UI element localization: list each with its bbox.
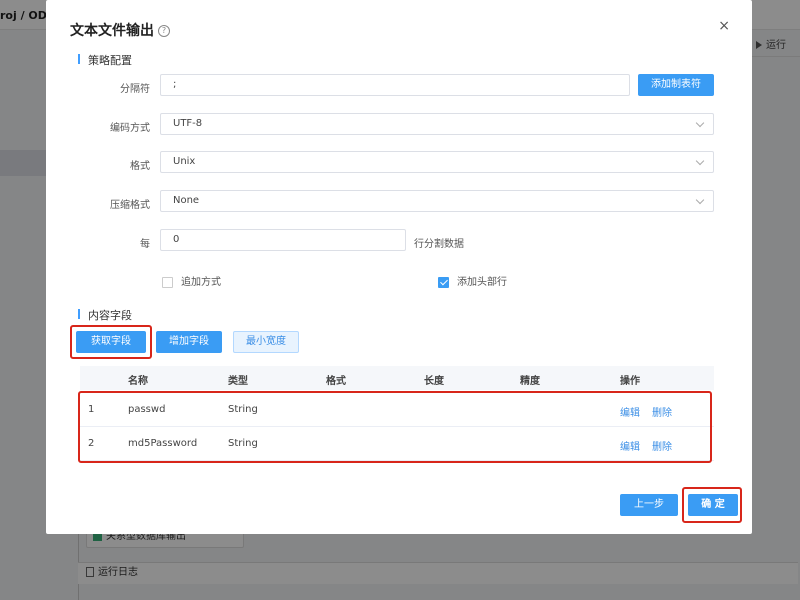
highlight-confirm: [682, 487, 742, 523]
close-icon[interactable]: ×: [718, 18, 730, 34]
add-header-checkbox-box[interactable]: [438, 276, 449, 288]
compression-label: 压缩格式: [110, 200, 150, 211]
delimiter-input[interactable]: ;: [160, 74, 630, 96]
min-width-button[interactable]: 最小宽度: [233, 331, 299, 353]
help-icon[interactable]: ?: [158, 25, 170, 37]
encoding-select[interactable]: UTF-8: [160, 113, 714, 135]
add-tab-button[interactable]: 添加制表符: [638, 74, 714, 96]
chevron-down-icon: [695, 195, 705, 205]
add-field-button[interactable]: 增加字段: [156, 331, 222, 353]
dialog-title-text: 文本文件输出: [70, 23, 154, 39]
delimiter-label: 分隔符: [120, 84, 150, 95]
compression-select[interactable]: None: [160, 190, 714, 212]
compression-value: None: [173, 195, 200, 206]
table-header: 名称 类型 格式 长度 精度 操作: [80, 366, 714, 390]
text-file-output-dialog: 文本文件输出? × 策略配置 分隔符 ; 添加制表符 编码方式 UTF-8 格式…: [46, 0, 752, 534]
strategy-section-title: 策略配置: [78, 52, 132, 68]
format-label: 格式: [130, 161, 150, 172]
format-value: Unix: [173, 156, 196, 167]
highlight-get-fields: [70, 325, 152, 359]
column-name: 名称: [128, 376, 148, 387]
column-type: 类型: [228, 376, 248, 387]
format-select[interactable]: Unix: [160, 151, 714, 173]
add-header-checkbox[interactable]: 添加头部行: [438, 273, 507, 288]
split-rows-input[interactable]: 0: [160, 229, 406, 251]
split-rows-suffix: 行分割数据: [414, 239, 464, 250]
append-checkbox-box[interactable]: [162, 276, 173, 288]
column-actions: 操作: [620, 376, 640, 387]
dialog-title: 文本文件输出?: [70, 20, 170, 40]
column-precision: 精度: [520, 376, 540, 387]
column-length: 长度: [424, 376, 444, 387]
encoding-value: UTF-8: [173, 118, 203, 129]
add-header-label: 添加头部行: [457, 277, 507, 288]
fields-section-title: 内容字段: [78, 307, 132, 323]
previous-step-button[interactable]: 上一步: [620, 494, 678, 516]
encoding-label: 编码方式: [110, 123, 150, 134]
column-format: 格式: [326, 376, 346, 387]
append-checkbox[interactable]: 追加方式: [162, 273, 221, 288]
highlight-field-rows: [78, 391, 712, 463]
append-label: 追加方式: [181, 277, 221, 288]
per-label: 每: [140, 239, 150, 250]
chevron-down-icon: [695, 118, 705, 128]
chevron-down-icon: [695, 156, 705, 166]
